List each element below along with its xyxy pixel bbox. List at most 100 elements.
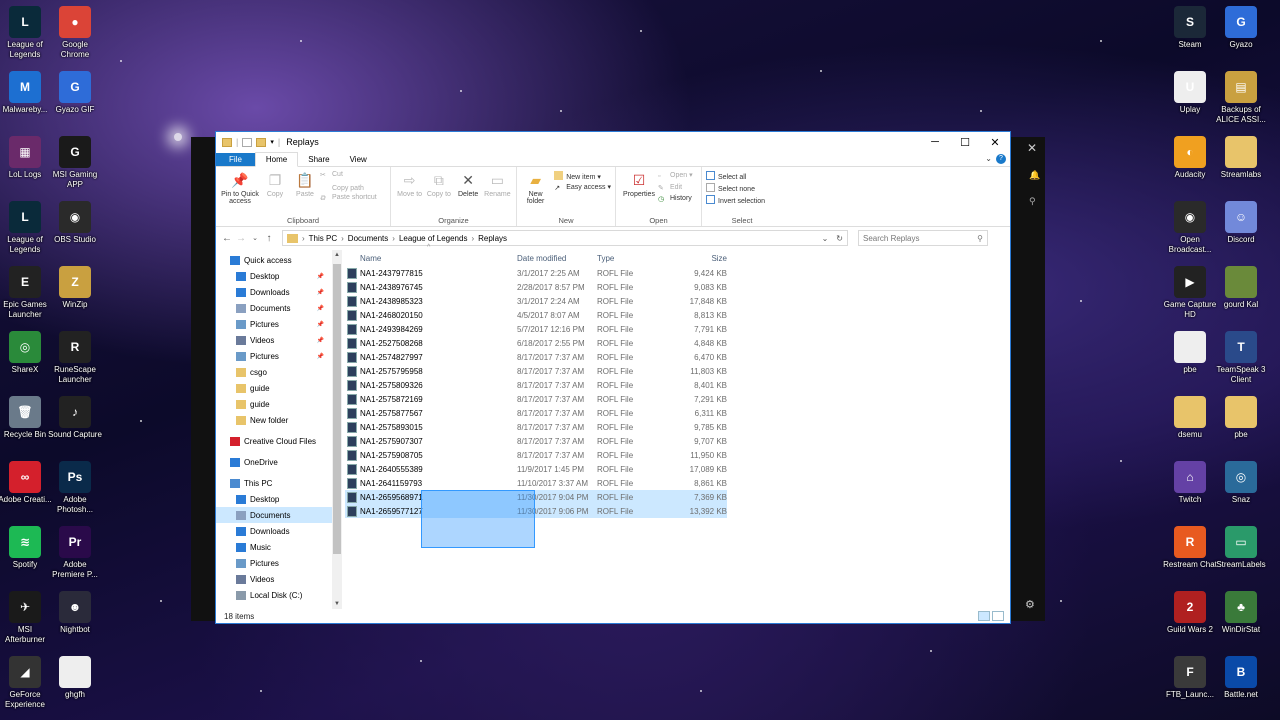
- chevron-down-icon[interactable]: ▾: [270, 138, 274, 146]
- nav-item[interactable]: Downloads 📌: [216, 284, 332, 300]
- desktop-shortcut[interactable]: ghgfh: [47, 656, 103, 700]
- file-row[interactable]: NA1-2641159793 11/10/2017 3:37 AM ROFL Fil…: [345, 476, 727, 490]
- address-bar[interactable]: › This PC › Documents › League of Legend…: [282, 230, 848, 246]
- nav-item[interactable]: Downloads: [216, 523, 332, 539]
- file-row[interactable]: NA1-2659577127 11/30/2017 9:06 PM ROFL Fil…: [345, 504, 727, 518]
- help-icon[interactable]: ?: [996, 154, 1006, 164]
- desktop-shortcut[interactable]: ∞ Adobe Creati...: [0, 461, 53, 505]
- gear-icon[interactable]: ⚙: [1025, 598, 1035, 611]
- nav-item[interactable]: guide: [216, 396, 332, 412]
- nav-item[interactable]: Quick access: [216, 252, 332, 268]
- file-row[interactable]: NA1-2575908705 8/17/2017 7:37 AM ROFL File…: [345, 448, 727, 462]
- desktop-shortcut[interactable]: ☺ Discord: [1213, 201, 1269, 245]
- desktop-shortcut[interactable]: dsemu: [1162, 396, 1218, 440]
- pin-icon[interactable]: 📌: [317, 289, 324, 296]
- desktop-shortcut[interactable]: ◎ Snaz: [1213, 461, 1269, 505]
- recent-locations-icon[interactable]: ⌄: [248, 234, 262, 242]
- file-row[interactable]: NA1-2575809326 8/17/2017 7:37 AM ROFL File…: [345, 378, 727, 392]
- paste-shortcut-button[interactable]: ⧉ Paste shortcut: [320, 194, 377, 204]
- tab-file[interactable]: File: [216, 153, 255, 166]
- desktop-shortcut[interactable]: ▤ Backups of ALICE ASSI...: [1213, 71, 1269, 125]
- desktop-shortcut[interactable]: L League of Legends: [0, 6, 53, 60]
- desktop-shortcut[interactable]: U Uplay: [1162, 71, 1218, 115]
- pin-icon[interactable]: 📌: [317, 273, 324, 280]
- open-button[interactable]: ▫ Open ▾: [658, 171, 693, 182]
- desktop-shortcut[interactable]: Ps Adobe Photosh...: [47, 461, 103, 515]
- desktop-shortcut[interactable]: ● Google Chrome: [47, 6, 103, 60]
- forward-button[interactable]: →: [234, 233, 248, 244]
- desktop-shortcut[interactable]: ◉ Open Broadcast...: [1162, 201, 1218, 255]
- nav-item[interactable]: OneDrive: [216, 454, 332, 470]
- desktop-shortcut[interactable]: E Epic Games Launcher: [0, 266, 53, 320]
- file-row[interactable]: NA1-2575877567 8/17/2017 7:37 AM ROFL File…: [345, 406, 727, 420]
- desktop-shortcut[interactable]: R RuneScape Launcher: [47, 331, 103, 385]
- desktop-shortcut[interactable]: G Gyazo GIF: [47, 71, 103, 115]
- large-icons-view-icon[interactable]: [992, 611, 1004, 621]
- desktop-shortcut[interactable]: ♪ Sound Capture: [47, 396, 103, 440]
- desktop-shortcut[interactable]: 2 Guild Wars 2: [1162, 591, 1218, 635]
- maximize-button[interactable]: ☐: [950, 136, 980, 149]
- breadcrumb-league-of-legends[interactable]: League of Legends: [399, 234, 468, 243]
- desktop-shortcut[interactable]: ✈ MSI Afterburner: [0, 591, 53, 645]
- file-row[interactable]: NA1-2575795958 8/17/2017 7:37 AM ROFL File…: [345, 364, 727, 378]
- scrollbar-thumb[interactable]: [333, 264, 341, 554]
- column-header-type[interactable]: Type: [597, 254, 677, 263]
- nav-item[interactable]: This PC: [216, 475, 332, 491]
- desktop-shortcut[interactable]: ◉ OBS Studio: [47, 201, 103, 245]
- nav-item[interactable]: guide: [216, 380, 332, 396]
- nav-item[interactable]: csgo: [216, 364, 332, 380]
- nav-item[interactable]: Documents 📌: [216, 300, 332, 316]
- desktop-shortcut[interactable]: S Steam: [1162, 6, 1218, 50]
- tab-view[interactable]: View: [340, 153, 377, 166]
- desktop-shortcut[interactable]: ▭ StreamLabels: [1213, 526, 1269, 570]
- desktop-shortcut[interactable]: Streamlabs: [1213, 136, 1269, 180]
- pin-icon[interactable]: 📌: [317, 353, 324, 360]
- file-row[interactable]: NA1-2575872169 8/17/2017 7:37 AM ROFL File…: [345, 392, 727, 406]
- cut-button[interactable]: ✂ Cut: [320, 171, 377, 180]
- desktop-shortcut[interactable]: M Malwareby...: [0, 71, 53, 115]
- search-input[interactable]: Search Replays ⚲: [858, 230, 988, 246]
- desktop-shortcut[interactable]: Pr Adobe Premiere P...: [47, 526, 103, 580]
- desktop-shortcut[interactable]: ⌂ Twitch: [1162, 461, 1218, 505]
- file-row[interactable]: NA1-2493984269 5/7/2017 12:16 PM ROFL File…: [345, 322, 727, 336]
- new-folder-icon[interactable]: [256, 137, 267, 147]
- nav-item[interactable]: Pictures: [216, 555, 332, 571]
- file-row[interactable]: NA1-2527508268 6/18/2017 2:55 PM ROFL File…: [345, 336, 727, 350]
- nav-item[interactable]: Desktop: [216, 491, 332, 507]
- nav-item[interactable]: New folder: [216, 412, 332, 428]
- nav-item[interactable]: Pictures 📌: [216, 316, 332, 332]
- nav-item[interactable]: Videos 📌: [216, 332, 332, 348]
- desktop-shortcut[interactable]: ▶ Game Capture HD: [1162, 266, 1218, 320]
- refresh-icon[interactable]: ↻: [836, 234, 843, 243]
- desktop-shortcut[interactable]: ◢ GeForce Experience: [0, 656, 53, 710]
- navigation-scrollbar[interactable]: ▲ ▼: [332, 250, 342, 609]
- details-view-icon[interactable]: [978, 611, 990, 621]
- minimize-button[interactable]: ─: [920, 136, 950, 149]
- desktop-shortcut[interactable]: R Restream Chat: [1162, 526, 1218, 570]
- nav-item[interactable]: Music: [216, 539, 332, 555]
- chevron-down-icon[interactable]: ⌄: [822, 234, 829, 243]
- nav-item[interactable]: Videos: [216, 571, 332, 587]
- desktop-shortcut[interactable]: ☻ Nightbot: [47, 591, 103, 635]
- file-row[interactable]: NA1-2437977815 3/1/2017 2:25 AM ROFL File 9…: [345, 266, 727, 280]
- up-button[interactable]: ↑: [262, 233, 276, 244]
- scroll-down-icon[interactable]: ▼: [332, 601, 342, 607]
- back-button[interactable]: ←: [220, 233, 234, 244]
- file-row[interactable]: NA1-2438985323 3/1/2017 2:24 AM ROFL File 1…: [345, 294, 727, 308]
- file-row[interactable]: NA1-2659568971 11/30/2017 9:04 PM ROFL Fil…: [345, 490, 727, 504]
- pin-icon[interactable]: 📌: [317, 305, 324, 312]
- desktop-shortcut[interactable]: G MSI Gaming APP: [47, 136, 103, 190]
- desktop-shortcut[interactable]: gourd Kal: [1213, 266, 1269, 310]
- tab-share[interactable]: Share: [298, 153, 339, 166]
- column-header-date[interactable]: Date modified: [517, 254, 597, 263]
- file-row[interactable]: NA1-2575907307 8/17/2017 7:37 AM ROFL File…: [345, 434, 727, 448]
- column-header-name[interactable]: Name: [342, 254, 517, 263]
- desktop-shortcut[interactable]: 🗑 Recycle Bin: [0, 396, 53, 440]
- desktop-shortcut[interactable]: B Battle.net: [1213, 656, 1269, 700]
- breadcrumb-this-pc[interactable]: This PC: [309, 234, 337, 243]
- copy-path-button[interactable]: Copy path: [320, 182, 377, 192]
- desktop-shortcut[interactable]: L League of Legends: [0, 201, 53, 255]
- desktop-shortcut[interactable]: ◐ Audacity: [1162, 136, 1218, 180]
- desktop-shortcut[interactable]: F FTB_Launc...: [1162, 656, 1218, 700]
- breadcrumb-replays[interactable]: Replays: [478, 234, 507, 243]
